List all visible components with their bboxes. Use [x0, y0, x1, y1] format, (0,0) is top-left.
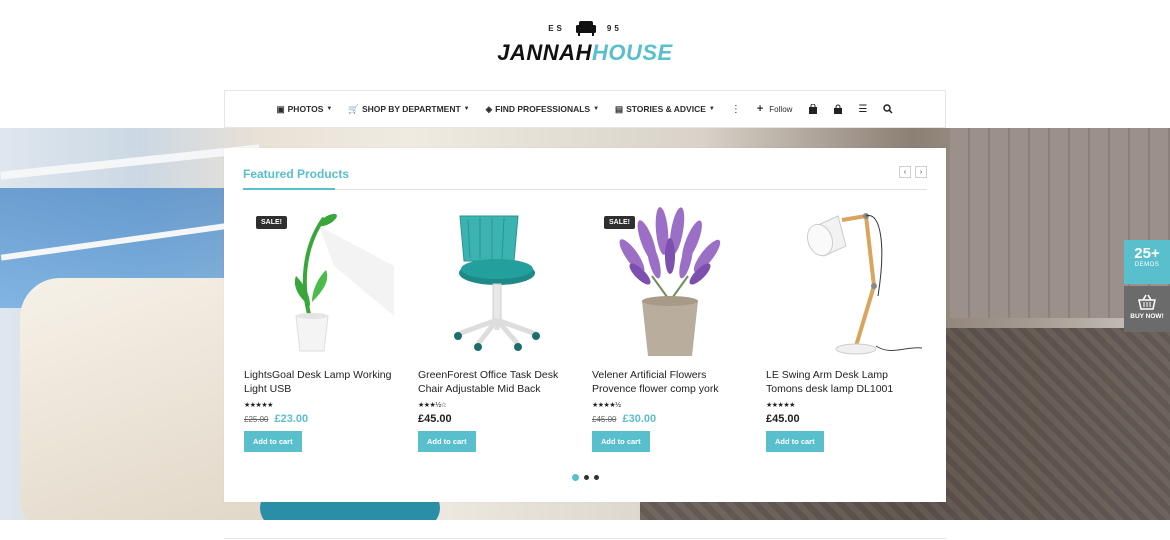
add-to-cart-button[interactable]: Add to cart	[592, 431, 650, 452]
cart-icon: 🛒	[348, 103, 359, 114]
plus-icon: +	[756, 103, 764, 115]
featured-products-panel: Featured Products ‹ › SALE! LightsGoal D…	[224, 148, 946, 502]
nav-item-find-professionals[interactable]: ◈ FIND PROFESSIONALS ▼	[486, 104, 599, 115]
carousel-dot-2[interactable]	[583, 475, 589, 480]
rating-stars: ★★★★★	[766, 402, 795, 409]
nav-item-photos[interactable]: ▣ PHOTOS ▼	[277, 104, 333, 115]
product-price: £45.00	[766, 413, 924, 425]
sale-badge: SALE!	[256, 216, 287, 229]
demos-label: DEMOS	[1134, 262, 1160, 268]
carousel-dot-1[interactable]	[571, 474, 579, 481]
lock-icon[interactable]	[834, 104, 843, 114]
buy-now-label: BUY NOW!	[1130, 313, 1164, 320]
nav-item-shop-by-department[interactable]: 🛒 SHOP BY DEPARTMENT ▼	[348, 104, 469, 115]
follow-label: Follow	[769, 104, 793, 114]
product-name[interactable]: Velener Artificial Flowers Provence flow…	[592, 368, 750, 396]
main-navigation: ▣ PHOTOS ▼ 🛒 SHOP BY DEPARTMENT ▼ ◈ FIND…	[224, 90, 946, 128]
title-divider	[243, 188, 927, 190]
section-title: Featured Products	[243, 167, 350, 181]
sale-price: £30.00	[622, 413, 657, 425]
demos-count: 25+	[1134, 245, 1160, 262]
product-carousel: SALE! LightsGoal Desk Lamp Working Light…	[244, 206, 924, 452]
product-card: GreenForest Office Task Desk Chair Adjus…	[418, 206, 576, 452]
nav-label-professionals: FIND PROFESSIONALS	[495, 104, 591, 114]
product-card: SALE! Velener Artificial Flowers Provenc…	[592, 206, 750, 452]
carousel-dot-3[interactable]	[593, 475, 599, 480]
old-price: £45.00	[592, 415, 617, 424]
logo-wordmark: JANNAHHOUSE	[0, 40, 1170, 66]
cube-icon: ◈	[485, 103, 493, 114]
add-to-cart-button[interactable]: Add to cart	[766, 431, 824, 452]
image-icon: ▣	[276, 103, 285, 114]
caret-down-icon: ▼	[593, 106, 600, 112]
nav-label-stories: STORIES & ADVICE	[626, 104, 706, 114]
hero-rail	[0, 144, 260, 180]
buy-now-widget[interactable]: BUY NOW!	[1124, 286, 1170, 332]
book-icon: ▤	[615, 103, 624, 114]
next-arrow-icon[interactable]: ›	[915, 166, 927, 178]
footer-divider	[224, 538, 946, 539]
product-card: LE Swing Arm Desk Lamp Tomons desk lamp …	[766, 206, 924, 452]
caret-down-icon: ▼	[463, 106, 470, 112]
logo-name-part1: JANNAH	[497, 40, 592, 65]
carousel-pagination	[224, 474, 946, 481]
product-image-office-chair[interactable]	[418, 206, 576, 366]
product-image-green-lamp[interactable]: SALE!	[244, 206, 402, 366]
basket-icon	[1138, 294, 1156, 310]
product-price: £45.00 £30.00	[592, 413, 750, 425]
product-price: £25.00 £23.00	[244, 413, 402, 425]
product-price: £45.00	[418, 413, 576, 425]
logo-est-left: ES	[548, 23, 565, 33]
logo-est-right: 95	[606, 23, 622, 33]
logo-established: ES 95	[0, 20, 1170, 36]
follow-button[interactable]: + Follow	[757, 103, 793, 115]
product-name[interactable]: LE Swing Arm Desk Lamp Tomons desk lamp …	[766, 368, 924, 396]
carousel-arrows: ‹ ›	[899, 166, 927, 178]
add-to-cart-button[interactable]: Add to cart	[244, 431, 302, 452]
sale-price: £23.00	[274, 413, 309, 425]
caret-down-icon: ▼	[326, 106, 333, 112]
site-logo[interactable]: ES 95 JANNAHHOUSE	[0, 20, 1170, 66]
nav-label-photos: PHOTOS	[287, 104, 324, 114]
shopping-bag-icon[interactable]	[808, 104, 818, 114]
product-card: SALE! LightsGoal Desk Lamp Working Light…	[244, 206, 402, 452]
caret-down-icon: ▼	[708, 106, 715, 112]
search-icon[interactable]	[883, 104, 893, 114]
rating-stars: ★★★★★	[244, 402, 273, 409]
product-image-swing-arm-lamp[interactable]	[766, 206, 924, 366]
product-name[interactable]: GreenForest Office Task Desk Chair Adjus…	[418, 368, 576, 396]
sale-badge: SALE!	[604, 216, 635, 229]
rating-stars: ★★★★½	[592, 402, 621, 409]
add-to-cart-button[interactable]: Add to cart	[418, 431, 476, 452]
prev-arrow-icon[interactable]: ‹	[899, 166, 911, 178]
nav-item-stories-advice[interactable]: ▤ STORIES & ADVICE ▼	[615, 104, 715, 115]
menu-icon[interactable]: ☰	[858, 104, 867, 115]
old-price: £25.00	[244, 415, 269, 424]
product-name[interactable]: LightsGoal Desk Lamp Working Light USB	[244, 368, 402, 396]
product-image-lavender-flowers[interactable]: SALE!	[592, 206, 750, 366]
regular-price: £45.00	[418, 413, 452, 425]
more-vertical-icon[interactable]: ⋮	[731, 104, 741, 115]
regular-price: £45.00	[766, 413, 800, 425]
demos-widget[interactable]: 25+ DEMOS	[1124, 240, 1170, 284]
rating-stars: ★★★½☆	[418, 402, 447, 409]
logo-name-part2: HOUSE	[591, 40, 673, 65]
nav-label-shop: SHOP BY DEPARTMENT	[361, 104, 461, 114]
sofa-icon	[575, 21, 596, 36]
